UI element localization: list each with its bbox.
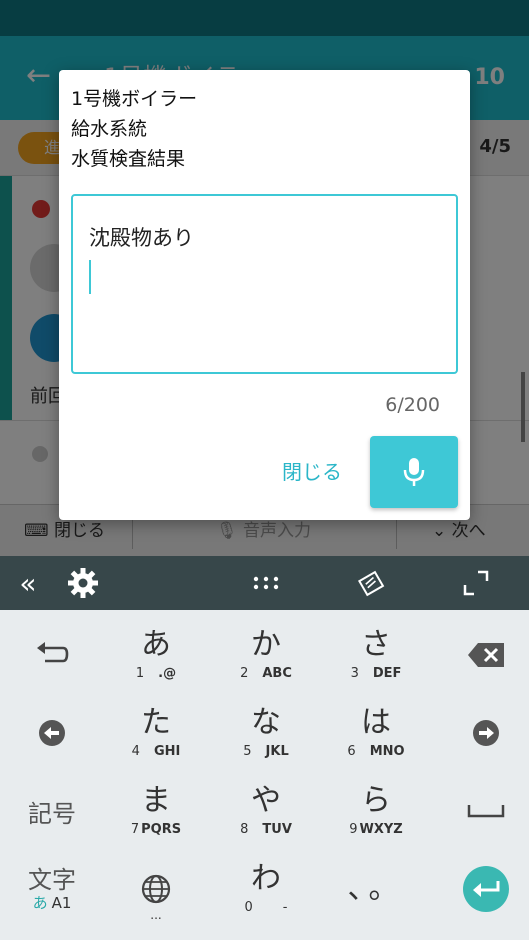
cursor-left-key[interactable]	[0, 694, 104, 772]
character-counter: 6/200	[385, 394, 440, 416]
key-ha-sub: 6 MNO	[347, 744, 405, 759]
key-ya-main: や	[251, 783, 281, 818]
key-ta-main: た	[141, 705, 171, 740]
arrow-right-circle-icon	[473, 720, 499, 746]
input-mode-label: 文字	[28, 866, 76, 894]
microphone-icon	[403, 458, 425, 486]
space-key[interactable]	[434, 772, 529, 850]
punctuation-key[interactable]: 、。	[324, 850, 428, 928]
key-a-main: あ	[141, 627, 171, 662]
undo-icon	[37, 642, 69, 663]
dots-grid-icon[interactable]	[244, 556, 288, 610]
key-na-sub: 5 JKL	[243, 744, 289, 759]
key-wa-sub: 0-	[244, 900, 288, 915]
key-ka-sub: 2 ABC	[240, 666, 292, 681]
key-ma-main: ま	[141, 783, 171, 818]
dialog-breadcrumb-system: 給水系統	[71, 118, 148, 140]
key-sa-main: さ	[361, 627, 391, 662]
undo-key[interactable]	[0, 616, 104, 694]
key-ha-main: は	[361, 705, 391, 740]
punctuation-label: 、。	[347, 871, 405, 906]
key-ma-sub: 7 PQRS	[130, 822, 182, 837]
key-ra-main: ら	[361, 783, 391, 818]
flick-keyboard: あ 1 .@ か 2 ABC さ 3 DEF た 4 GHI な 5 JKL は 6 MNO	[0, 610, 529, 940]
key-sa-sub: 3 DEF	[350, 666, 402, 681]
key-ka[interactable]: か 2 ABC	[214, 616, 318, 694]
key-wa-main: わ	[251, 861, 281, 896]
space-icon	[467, 805, 505, 818]
backspace-key[interactable]	[434, 616, 529, 694]
voice-input-button[interactable]	[370, 436, 458, 508]
key-ta[interactable]: た 4 GHI	[104, 694, 208, 772]
keyboard-toolbar: «	[0, 556, 529, 610]
key-a-sub: 1 .@	[135, 666, 177, 681]
arrow-left-circle-icon	[39, 720, 65, 746]
key-wa[interactable]: わ 0-	[214, 850, 318, 928]
key-ta-sub: 4 GHI	[131, 744, 181, 759]
globe-dots: ...	[150, 908, 162, 922]
text-input-dialog: 1号機ボイラー 給水系統 水質検査結果 沈殿物あり 6/200 閉じる	[59, 70, 470, 520]
cursor-right-key[interactable]	[434, 694, 529, 772]
memo-textarea[interactable]: 沈殿物あり	[71, 194, 458, 374]
backspace-icon	[468, 643, 504, 667]
dialog-breadcrumb-equipment: 1号機ボイラー	[71, 88, 198, 110]
close-button[interactable]: 閉じる	[267, 450, 357, 494]
symbol-key[interactable]: 記号	[0, 772, 104, 850]
key-ya-sub: 8 TUV	[240, 822, 292, 837]
key-ra[interactable]: ら 9 WXYZ	[324, 772, 428, 850]
gear-icon[interactable]	[60, 556, 106, 610]
key-ha[interactable]: は 6 MNO	[324, 694, 428, 772]
dialog-breadcrumb-item: 水質検査結果	[71, 148, 186, 170]
globe-icon	[141, 874, 171, 904]
symbol-key-label: 記号	[28, 799, 76, 828]
key-ra-sub: 9 WXYZ	[349, 822, 403, 837]
key-ka-main: か	[251, 627, 281, 662]
language-key[interactable]: ...	[104, 850, 208, 928]
key-na[interactable]: な 5 JKL	[214, 694, 318, 772]
text-caret	[89, 260, 91, 294]
input-mode-sub: あ A1	[32, 894, 72, 912]
key-a[interactable]: あ 1 .@	[104, 616, 208, 694]
key-ma[interactable]: ま 7 PQRS	[104, 772, 208, 850]
key-na-main: な	[251, 705, 281, 740]
memo-text: 沈殿物あり	[89, 226, 194, 250]
input-mode-key[interactable]: 文字 あ A1	[0, 850, 104, 928]
key-sa[interactable]: さ 3 DEF	[324, 616, 428, 694]
keyboard-pen-icon[interactable]	[350, 556, 394, 610]
expand-icon[interactable]	[454, 556, 498, 610]
key-ya[interactable]: や 8 TUV	[214, 772, 318, 850]
double-chevron-left-icon[interactable]: «	[6, 556, 50, 610]
enter-key[interactable]	[434, 850, 529, 928]
enter-icon	[463, 866, 509, 912]
